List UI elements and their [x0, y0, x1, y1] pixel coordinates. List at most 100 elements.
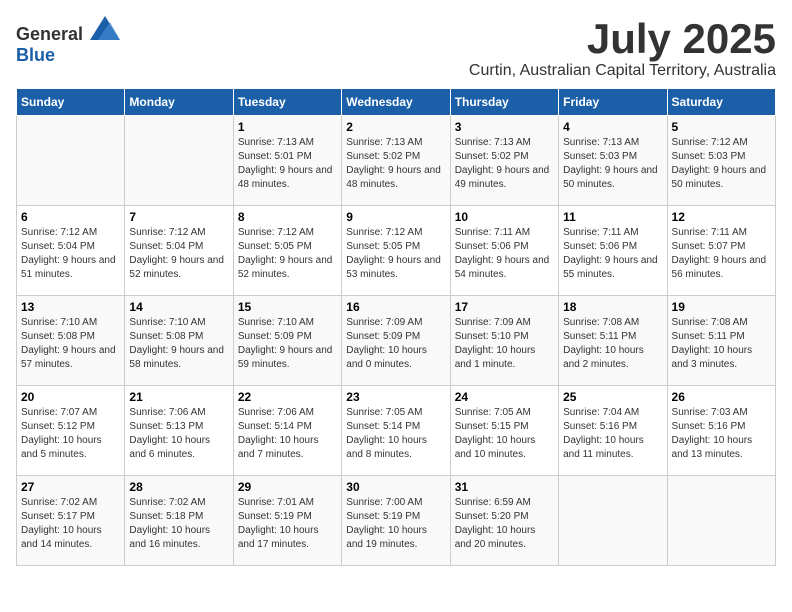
calendar-cell: 15Sunrise: 7:10 AM Sunset: 5:09 PM Dayli… — [233, 296, 341, 386]
day-info: Sunrise: 7:05 AM Sunset: 5:14 PM Dayligh… — [346, 406, 445, 462]
day-number: 19 — [672, 300, 771, 314]
calendar-week-row: 1 Sunrise: 7:13 AM Sunset: 5:01 PM Daylig… — [17, 116, 776, 206]
day-info: Sunrise: 7:02 AM Sunset: 5:18 PM Dayligh… — [129, 496, 228, 552]
day-number: 14 — [129, 300, 228, 314]
day-number: 30 — [346, 480, 445, 494]
calendar-cell: 19 Sunrise: 7:08 AM Sunset: 5:11 PM Dayli… — [667, 296, 775, 386]
logo: General Blue — [16, 16, 120, 66]
weekday-header-cell: Thursday — [450, 89, 558, 116]
day-info: Sunrise: 7:05 AM Sunset: 5:15 PM Dayligh… — [455, 406, 554, 462]
calendar-table: SundayMondayTuesdayWednesdayThursdayFrid… — [16, 88, 776, 566]
day-number: 10 — [455, 210, 554, 224]
title-block: July 2025 Curtin, Australian Capital Ter… — [469, 16, 776, 80]
day-info: Sunrise: 7:12 AM Sunset: 5:03 PM Dayligh… — [672, 136, 771, 192]
calendar-cell: 10 Sunrise: 7:11 AM Sunset: 5:06 PM Dayli… — [450, 206, 558, 296]
day-info: Sunrise: 7:12 AM Sunset: 5:04 PM Dayligh… — [129, 226, 228, 282]
page-header: General Blue July 2025 Curtin, Australia… — [16, 16, 776, 80]
day-info: Sunrise: 7:08 AM Sunset: 5:11 PM Dayligh… — [672, 316, 771, 372]
day-number: 5 — [672, 120, 771, 134]
day-info: Sunrise: 7:13 AM Sunset: 5:03 PM Dayligh… — [563, 136, 662, 192]
calendar-cell: 8 Sunrise: 7:12 AM Sunset: 5:05 PM Daylig… — [233, 206, 341, 296]
calendar-cell: 4 Sunrise: 7:13 AM Sunset: 5:03 PM Daylig… — [559, 116, 667, 206]
day-number: 23 — [346, 390, 445, 404]
weekday-header-cell: Sunday — [17, 89, 125, 116]
day-info: Sunrise: 6:59 AM Sunset: 5:20 PM Dayligh… — [455, 496, 554, 552]
day-info: Sunrise: 7:11 AM Sunset: 5:07 PM Dayligh… — [672, 226, 771, 282]
day-info: Sunrise: 7:13 AM Sunset: 5:02 PM Dayligh… — [455, 136, 554, 192]
calendar-week-row: 20 Sunrise: 7:07 AM Sunset: 5:12 PM Dayli… — [17, 386, 776, 476]
calendar-cell: 14 Sunrise: 7:10 AM Sunset: 5:08 PM Dayli… — [125, 296, 233, 386]
day-info: Sunrise: 7:09 AM Sunset: 5:10 PM Dayligh… — [455, 316, 554, 372]
calendar-body: 1 Sunrise: 7:13 AM Sunset: 5:01 PM Daylig… — [17, 116, 776, 566]
calendar-cell: 25Sunrise: 7:04 AM Sunset: 5:16 PM Dayli… — [559, 386, 667, 476]
calendar-cell: 3 Sunrise: 7:13 AM Sunset: 5:02 PM Daylig… — [450, 116, 558, 206]
day-info: Sunrise: 7:08 AM Sunset: 5:11 PM Dayligh… — [563, 316, 662, 372]
calendar-cell: 27Sunrise: 7:02 AM Sunset: 5:17 PM Dayli… — [17, 476, 125, 566]
day-number: 15 — [238, 300, 337, 314]
calendar-cell: 2 Sunrise: 7:13 AM Sunset: 5:02 PM Daylig… — [342, 116, 450, 206]
day-info: Sunrise: 7:03 AM Sunset: 5:16 PM Dayligh… — [672, 406, 771, 462]
day-number: 16 — [346, 300, 445, 314]
weekday-header-cell: Friday — [559, 89, 667, 116]
day-number: 6 — [21, 210, 120, 224]
day-number: 18 — [563, 300, 662, 314]
day-number: 1 — [238, 120, 337, 134]
day-info: Sunrise: 7:13 AM Sunset: 5:02 PM Dayligh… — [346, 136, 445, 192]
calendar-week-row: 27Sunrise: 7:02 AM Sunset: 5:17 PM Dayli… — [17, 476, 776, 566]
day-info: Sunrise: 7:01 AM Sunset: 5:19 PM Dayligh… — [238, 496, 337, 552]
weekday-header-row: SundayMondayTuesdayWednesdayThursdayFrid… — [17, 89, 776, 116]
day-number: 28 — [129, 480, 228, 494]
calendar-cell: 18 Sunrise: 7:08 AM Sunset: 5:11 PM Dayli… — [559, 296, 667, 386]
day-number: 20 — [21, 390, 120, 404]
day-info: Sunrise: 7:10 AM Sunset: 5:08 PM Dayligh… — [129, 316, 228, 372]
day-number: 4 — [563, 120, 662, 134]
calendar-cell: 29 Sunrise: 7:01 AM Sunset: 5:19 PM Dayli… — [233, 476, 341, 566]
month-title: July 2025 — [469, 16, 776, 62]
day-info: Sunrise: 7:13 AM Sunset: 5:01 PM Dayligh… — [238, 136, 337, 192]
day-number: 3 — [455, 120, 554, 134]
calendar-cell: 16 Sunrise: 7:09 AM Sunset: 5:09 PM Dayli… — [342, 296, 450, 386]
day-number: 7 — [129, 210, 228, 224]
calendar-cell: 20 Sunrise: 7:07 AM Sunset: 5:12 PM Dayli… — [17, 386, 125, 476]
logo-text: General Blue — [16, 16, 120, 66]
day-info: Sunrise: 7:11 AM Sunset: 5:06 PM Dayligh… — [563, 226, 662, 282]
day-info: Sunrise: 7:06 AM Sunset: 5:13 PM Dayligh… — [129, 406, 228, 462]
day-number: 12 — [672, 210, 771, 224]
day-number: 29 — [238, 480, 337, 494]
day-info: Sunrise: 7:11 AM Sunset: 5:06 PM Dayligh… — [455, 226, 554, 282]
calendar-cell: 5 Sunrise: 7:12 AM Sunset: 5:03 PM Daylig… — [667, 116, 775, 206]
calendar-cell: 22Sunrise: 7:06 AM Sunset: 5:14 PM Dayli… — [233, 386, 341, 476]
calendar-cell — [125, 116, 233, 206]
calendar-cell — [667, 476, 775, 566]
day-number: 31 — [455, 480, 554, 494]
day-info: Sunrise: 7:12 AM Sunset: 5:05 PM Dayligh… — [238, 226, 337, 282]
day-info: Sunrise: 7:02 AM Sunset: 5:17 PM Dayligh… — [21, 496, 120, 552]
calendar-cell: 21 Sunrise: 7:06 AM Sunset: 5:13 PM Dayli… — [125, 386, 233, 476]
logo-general: General — [16, 24, 83, 44]
day-info: Sunrise: 7:10 AM Sunset: 5:08 PM Dayligh… — [21, 316, 120, 372]
calendar-cell: 26 Sunrise: 7:03 AM Sunset: 5:16 PM Dayli… — [667, 386, 775, 476]
calendar-cell: 11Sunrise: 7:11 AM Sunset: 5:06 PM Dayli… — [559, 206, 667, 296]
weekday-header-cell: Wednesday — [342, 89, 450, 116]
day-number: 21 — [129, 390, 228, 404]
day-number: 26 — [672, 390, 771, 404]
location-title: Curtin, Australian Capital Territory, Au… — [469, 62, 776, 80]
calendar-cell: 9Sunrise: 7:12 AM Sunset: 5:05 PM Daylig… — [342, 206, 450, 296]
calendar-cell: 6Sunrise: 7:12 AM Sunset: 5:04 PM Daylig… — [17, 206, 125, 296]
calendar-cell: 23 Sunrise: 7:05 AM Sunset: 5:14 PM Dayli… — [342, 386, 450, 476]
day-info: Sunrise: 7:06 AM Sunset: 5:14 PM Dayligh… — [238, 406, 337, 462]
calendar-cell: 7 Sunrise: 7:12 AM Sunset: 5:04 PM Daylig… — [125, 206, 233, 296]
day-number: 2 — [346, 120, 445, 134]
day-info: Sunrise: 7:09 AM Sunset: 5:09 PM Dayligh… — [346, 316, 445, 372]
calendar-cell: 13Sunrise: 7:10 AM Sunset: 5:08 PM Dayli… — [17, 296, 125, 386]
calendar-cell: 24Sunrise: 7:05 AM Sunset: 5:15 PM Dayli… — [450, 386, 558, 476]
day-number: 25 — [563, 390, 662, 404]
calendar-cell: 30Sunrise: 7:00 AM Sunset: 5:19 PM Dayli… — [342, 476, 450, 566]
day-number: 17 — [455, 300, 554, 314]
day-info: Sunrise: 7:07 AM Sunset: 5:12 PM Dayligh… — [21, 406, 120, 462]
logo-blue: Blue — [16, 45, 55, 65]
calendar-week-row: 6 Sunrise: 7:12 AM Sunset: 5:04 PM Daylig… — [17, 206, 776, 296]
day-number: 8 — [238, 210, 337, 224]
weekday-header-cell: Monday — [125, 89, 233, 116]
day-info: Sunrise: 7:12 AM Sunset: 5:05 PM Dayligh… — [346, 226, 445, 282]
